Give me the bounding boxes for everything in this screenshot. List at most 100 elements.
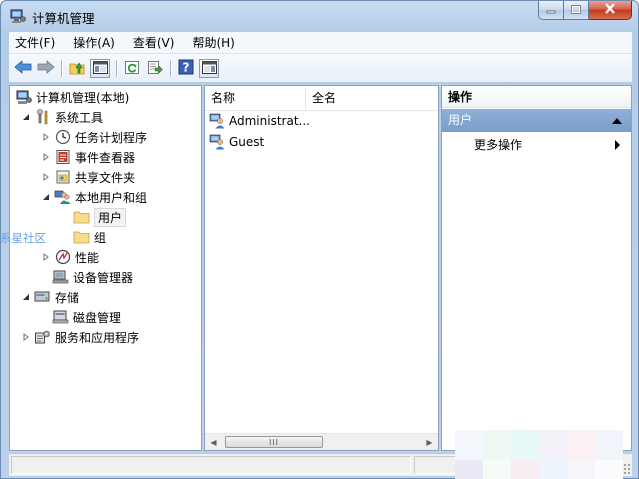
collapse-up-icon[interactable] xyxy=(612,118,622,124)
tree-label: 共享文件夹 xyxy=(75,170,136,185)
tree-label: 组 xyxy=(94,230,107,245)
expand-arrow-icon[interactable] xyxy=(20,331,32,343)
back-button[interactable] xyxy=(13,59,33,78)
show-hide-tree-icon xyxy=(92,60,108,77)
tree-label: 事件查看器 xyxy=(75,150,136,165)
user-name: Guest xyxy=(229,135,265,149)
status-cell xyxy=(414,456,514,474)
expand-arrow-icon[interactable] xyxy=(40,251,52,263)
section-label: 用户 xyxy=(448,113,473,127)
collapse-arrow-icon[interactable] xyxy=(20,291,32,303)
actions-pane: 操作 用户 更多操作 xyxy=(441,85,632,451)
tree-node-local-users-groups[interactable]: 本地用户和组 xyxy=(40,187,147,207)
tree-node-storage[interactable]: 存储 xyxy=(20,287,79,307)
toolbar: ? xyxy=(9,54,632,83)
help-icon: ? xyxy=(178,59,194,78)
event-viewer-icon xyxy=(54,149,71,165)
expand-arrow-icon[interactable] xyxy=(40,151,52,163)
computer-management-app-icon xyxy=(10,9,26,24)
console-tree-pane[interactable]: 计算机管理(本地) 系统工具 任务计划程序 事件查看器 共享文件夹 本地用户和组 xyxy=(9,85,202,451)
menu-view[interactable]: 查看(V) xyxy=(127,32,181,54)
tree-label-selected: 用户 xyxy=(94,207,127,227)
more-actions-label: 更多操作 xyxy=(474,138,523,152)
close-button[interactable] xyxy=(589,1,632,20)
menu-bar: 文件(F) 操作(A) 查看(V) 帮助(H) xyxy=(9,32,632,54)
user-list-pane[interactable]: 名称 全名 Administrat... Guest ◀ III ▶ xyxy=(204,85,439,451)
tree-node-services-apps[interactable]: 服务和应用程序 xyxy=(20,327,139,347)
resize-grip-icon[interactable] xyxy=(619,463,630,474)
tree-node-system-tools[interactable]: 系统工具 xyxy=(20,107,103,127)
tree-node-performance[interactable]: 性能 xyxy=(40,247,99,267)
forward-button[interactable] xyxy=(36,59,56,78)
device-manager-icon xyxy=(52,269,69,285)
menu-action[interactable]: 操作(A) xyxy=(67,32,121,54)
performance-icon xyxy=(54,249,71,265)
tree-node-groups[interactable]: 组 xyxy=(73,227,106,247)
scroll-left-arrow-icon[interactable]: ◀ xyxy=(205,434,222,450)
computer-management-icon xyxy=(15,89,32,105)
up-one-level-button[interactable] xyxy=(67,59,87,78)
expand-arrow-icon[interactable] xyxy=(40,171,52,183)
tree-label: 服务和应用程序 xyxy=(55,330,140,345)
list-item[interactable]: Guest xyxy=(209,132,264,152)
refresh-button[interactable] xyxy=(122,59,142,78)
tree-label: 计算机管理(本地) xyxy=(36,90,130,105)
tree-node-device-manager[interactable]: 设备管理器 xyxy=(52,267,133,287)
horizontal-scrollbar[interactable]: ◀ III ▶ xyxy=(205,433,438,450)
collapse-arrow-icon[interactable] xyxy=(40,191,52,203)
help-button[interactable]: ? xyxy=(176,59,196,78)
tools-icon xyxy=(34,109,51,125)
user-icon xyxy=(209,113,226,129)
list-item[interactable]: Administrat... xyxy=(209,111,310,131)
tree-label: 本地用户和组 xyxy=(75,190,148,205)
tree-node-shared-folders[interactable]: 共享文件夹 xyxy=(40,167,135,187)
folder-icon xyxy=(73,209,90,225)
window-title: 计算机管理 xyxy=(32,11,95,26)
menu-help[interactable]: 帮助(H) xyxy=(186,32,240,54)
tree-node-task-scheduler[interactable]: 任务计划程序 xyxy=(40,127,147,147)
forward-icon xyxy=(37,60,55,77)
show-hide-action-pane-button[interactable] xyxy=(199,59,219,78)
tree-label: 系统工具 xyxy=(55,110,104,125)
tree-label: 任务计划程序 xyxy=(75,130,148,145)
maximize-button[interactable] xyxy=(564,1,589,20)
close-icon xyxy=(604,3,616,17)
actions-title: 操作 xyxy=(442,86,631,108)
tree-label: 磁盘管理 xyxy=(73,310,122,325)
expand-arrow-icon[interactable] xyxy=(40,131,52,143)
toolbar-separator xyxy=(116,60,117,77)
computer-management-window: 计算机管理 文件(F) 操作(A) 查看(V) 帮助(H) ? 计算机管理(本地… xyxy=(0,0,639,479)
tree-node-users[interactable]: 用户 xyxy=(73,207,127,227)
actions-section-users[interactable]: 用户 xyxy=(442,109,631,132)
tree-node-computer-management[interactable]: 计算机管理(本地) xyxy=(15,87,129,107)
more-actions-item[interactable]: 更多操作 xyxy=(442,134,631,156)
maximize-icon xyxy=(571,3,581,17)
show-hide-action-pane-icon xyxy=(201,60,217,77)
title-bar[interactable]: 计算机管理 xyxy=(1,1,638,31)
minimize-icon xyxy=(546,3,556,17)
tree-label: 存储 xyxy=(55,290,80,305)
show-hide-console-tree-button[interactable] xyxy=(90,59,110,78)
tree-node-disk-management[interactable]: 磁盘管理 xyxy=(52,307,121,327)
minimize-button[interactable] xyxy=(538,1,564,20)
export-list-button[interactable] xyxy=(145,59,165,78)
list-header: 名称 全名 xyxy=(205,86,438,111)
user-icon xyxy=(209,134,226,150)
disk-management-icon xyxy=(52,309,69,325)
toolbar-separator xyxy=(170,60,171,77)
up-folder-icon xyxy=(69,60,85,78)
column-header-fullname[interactable]: 全名 xyxy=(306,86,436,111)
back-icon xyxy=(14,60,32,77)
menu-file[interactable]: 文件(F) xyxy=(9,32,61,54)
svg-text:?: ? xyxy=(183,61,190,75)
tree-node-event-viewer[interactable]: 事件查看器 xyxy=(40,147,135,167)
scroll-right-arrow-icon[interactable]: ▶ xyxy=(421,434,438,450)
collapse-arrow-icon[interactable] xyxy=(20,111,32,123)
refresh-icon xyxy=(124,60,140,78)
status-bar xyxy=(9,453,632,476)
users-groups-icon xyxy=(54,189,71,205)
column-header-name[interactable]: 名称 xyxy=(205,86,305,111)
caption-buttons xyxy=(538,1,632,22)
status-cell xyxy=(11,456,411,474)
scroll-thumb[interactable]: III xyxy=(225,436,323,448)
